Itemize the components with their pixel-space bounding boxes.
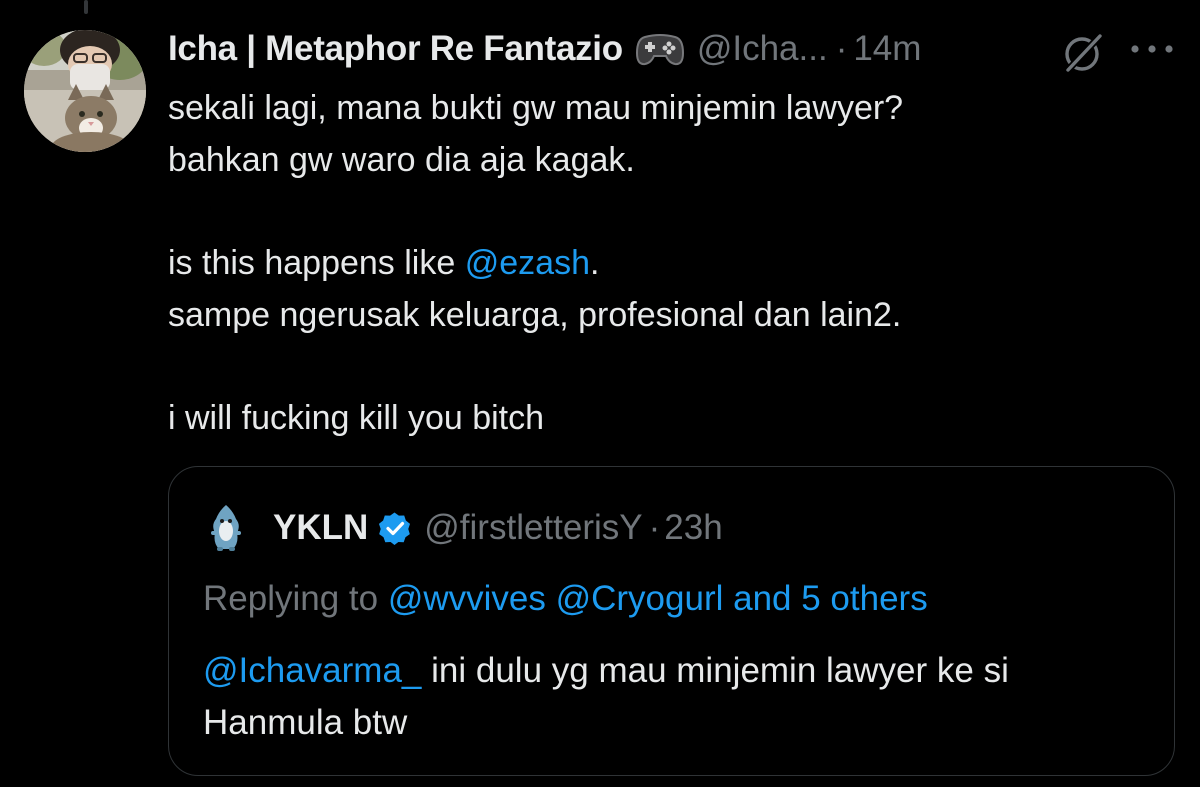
replying-to-label: Replying to	[203, 579, 388, 618]
tweet-screen: Icha | Metaphor Re Fantazio @Icha... · 1…	[0, 0, 1200, 787]
tweet-line: sampe ngerusak keluarga, profesional dan…	[168, 296, 902, 334]
game-controller-icon	[635, 29, 685, 69]
quoted-text-line: Hanmula btw	[203, 703, 408, 742]
quoted-tweet-text: @Ichavarma_ ini dulu yg mau minjemin law…	[203, 645, 1153, 749]
quoted-display-name[interactable]: YKLN	[273, 503, 368, 553]
quoted-timestamp[interactable]: 23h	[664, 503, 722, 553]
replying-to-mentions[interactable]: @wvvives @Cryogurl and 5 others	[388, 579, 928, 618]
separator-dot: ·	[835, 29, 848, 68]
tweet-line: sekali lagi, mana bukti gw mau minjemin …	[168, 89, 904, 127]
more-options-icon[interactable]	[1128, 42, 1176, 56]
display-name[interactable]: Icha | Metaphor Re Fantazio	[168, 24, 623, 74]
thread-connector-line	[84, 0, 88, 14]
user-handle[interactable]: @Icha...	[697, 24, 828, 74]
replying-to-line: Replying to @wvvives @Cryogurl and 5 oth…	[203, 573, 928, 625]
tweet-line: is this happens like @ezash.	[168, 237, 1178, 289]
verified-badge-icon[interactable]	[378, 511, 412, 545]
grok-icon[interactable]	[1060, 30, 1106, 76]
avatar[interactable]	[24, 30, 146, 152]
mention-link[interactable]: @ezash	[465, 244, 590, 282]
tweet-header: Icha | Metaphor Re Fantazio @Icha... · 1…	[168, 24, 921, 74]
avatar-image	[24, 30, 146, 152]
quoted-tweet-card[interactable]: YKLN @firstletterisY · 23h Replying to @…	[168, 466, 1175, 776]
tweet-line-text: .	[589, 244, 600, 282]
tweet-line-text: is this happens like	[168, 244, 465, 282]
quoted-user-handle[interactable]: @firstletterisY	[424, 503, 642, 553]
tweet-line: i will fucking kill you bitch	[168, 399, 545, 437]
separator-dot: ·	[648, 508, 661, 547]
mention-link[interactable]: @Ichavarma_	[203, 651, 421, 690]
tweet-line: bahkan gw waro dia aja kagak.	[168, 141, 635, 179]
tweet-text: sekali lagi, mana bukti gw mau minjemin …	[168, 82, 1178, 444]
quoted-avatar[interactable]	[203, 503, 249, 553]
quoted-text-line: @Ichavarma_ ini dulu yg mau minjemin law…	[203, 645, 1153, 697]
quoted-text-rest: ini dulu yg mau minjemin lawyer ke si	[421, 651, 1009, 690]
timestamp[interactable]: 14m	[853, 24, 921, 74]
quoted-tweet-header: YKLN @firstletterisY · 23h	[203, 503, 723, 553]
